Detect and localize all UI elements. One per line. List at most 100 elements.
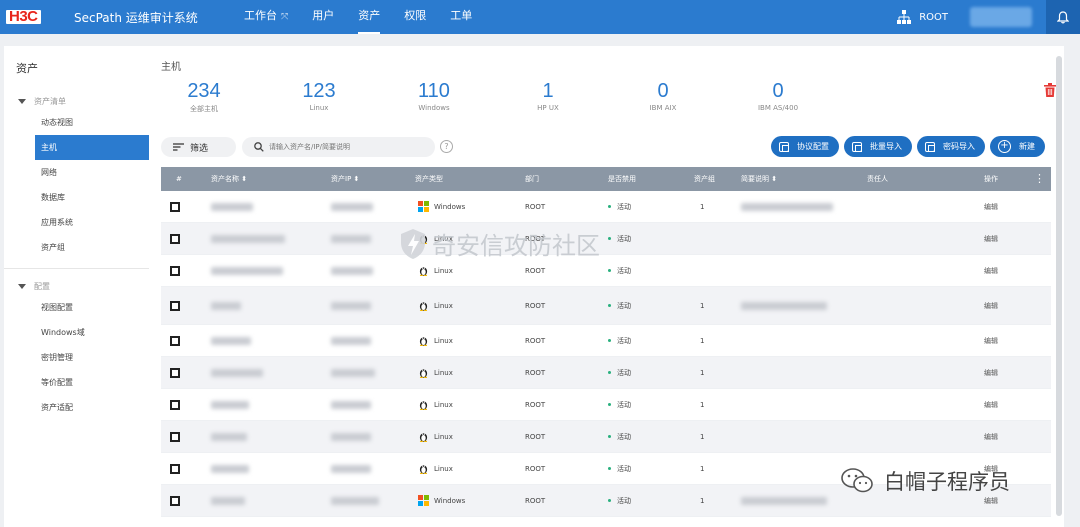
table-row[interactable]: Linux ROOT 活动 编辑 [161, 255, 1051, 287]
nav-tickets[interactable]: 工单 [450, 0, 472, 34]
nav-users[interactable]: 用户 [312, 0, 334, 34]
sidebar-item-network[interactable]: 网络 [4, 160, 149, 185]
status-dot-icon [608, 339, 611, 342]
sidebar-item-view-config[interactable]: 视图配置 [4, 295, 149, 320]
asset-group: 1 [700, 496, 705, 505]
status-badge: 活动 [608, 421, 631, 452]
row-checkbox[interactable] [170, 495, 180, 506]
asset-name-blurred[interactable] [211, 496, 245, 505]
stat-ibm-aix[interactable]: 0 IBM AIX [608, 79, 718, 112]
row-checkbox[interactable] [170, 233, 180, 244]
stat-ibm-as400[interactable]: 0 IBM AS/400 [723, 79, 833, 112]
row-checkbox[interactable] [170, 201, 180, 212]
col-asset-group: 资产组 [694, 175, 715, 183]
sidebar-item-key-management[interactable]: 密钥管理 [4, 345, 149, 370]
sidebar-item-asset-group[interactable]: 资产组 [4, 235, 149, 260]
table-row[interactable]: Linux ROOT 活动 1 编辑 [161, 357, 1051, 389]
nav-workbench[interactable]: 工作台 ⤧ [244, 0, 288, 34]
edit-link[interactable]: 编辑 [984, 287, 998, 324]
sidebar-item-database[interactable]: 数据库 [4, 185, 149, 210]
sidebar-item-asset-adapter[interactable]: 资产适配 [4, 395, 149, 420]
sidebar-item-host[interactable]: 主机 [35, 135, 149, 160]
edit-link[interactable]: 编辑 [984, 357, 998, 388]
sidebar-item-equivalent-config[interactable]: 等价配置 [4, 370, 149, 395]
help-icon[interactable]: ? [440, 140, 453, 153]
asset-type: Windows [418, 485, 465, 516]
brand-logo: H3C [6, 9, 64, 25]
asset-name-blurred[interactable] [211, 400, 249, 409]
table-row[interactable]: Windows ROOT 活动 1 编辑 [161, 191, 1051, 223]
row-checkbox[interactable] [170, 367, 180, 378]
asset-name-blurred[interactable] [211, 432, 247, 441]
user-info-blurred[interactable] [970, 7, 1032, 27]
stat-hpux[interactable]: 1 HP UX [493, 79, 603, 112]
asset-name-blurred[interactable] [211, 301, 241, 310]
asset-name-blurred[interactable] [211, 202, 253, 211]
status-dot-icon [608, 205, 611, 208]
asset-type: Linux [418, 325, 453, 356]
trash-icon[interactable] [1044, 83, 1056, 97]
stat-windows[interactable]: 110 Windows [379, 79, 489, 112]
asset-table: # 资产名称 ⬍ 资产IP ⬍ 资产类型 部门 是否禁用 资产组 简要说明 ⬍ … [161, 167, 1051, 517]
search-box[interactable] [242, 137, 435, 157]
linux-icon [419, 267, 428, 276]
edit-link[interactable]: 编辑 [984, 421, 998, 452]
sidebar-item-windows-domain[interactable]: Windows域 [4, 320, 149, 345]
description-blurred [741, 202, 833, 211]
asset-ip-blurred [331, 368, 375, 377]
table-row[interactable]: Linux ROOT 活动 1 编辑 [161, 421, 1051, 453]
table-row[interactable]: Linux ROOT 活动 1 编辑 [161, 287, 1051, 325]
row-checkbox[interactable] [170, 431, 180, 442]
sidebar-group-config[interactable]: 配置 [4, 277, 149, 295]
asset-name-blurred[interactable] [211, 336, 251, 345]
new-asset-button[interactable]: + 新建 [990, 136, 1045, 157]
stat-all-hosts[interactable]: 234 全部主机 [149, 79, 259, 114]
asset-ip-blurred [331, 301, 371, 310]
col-asset-name[interactable]: 资产名称 ⬍ [211, 167, 247, 191]
asset-name-blurred[interactable] [211, 266, 283, 275]
edit-link[interactable]: 编辑 [984, 255, 998, 286]
password-import-button[interactable]: 密码导入 [917, 136, 985, 157]
col-asset-ip[interactable]: 资产IP ⬍ [331, 167, 359, 191]
linux-icon [419, 369, 428, 378]
edit-link[interactable]: 编辑 [984, 389, 998, 420]
notification-button[interactable] [1046, 0, 1080, 34]
row-checkbox[interactable] [170, 265, 180, 276]
protocol-config-button[interactable]: 协议配置 [771, 136, 839, 157]
table-row[interactable]: Linux ROOT 活动 1 编辑 [161, 325, 1051, 357]
edit-link[interactable]: 编辑 [984, 223, 998, 254]
table-row[interactable]: Linux ROOT 活动 编辑 [161, 223, 1051, 255]
table-header: # 资产名称 ⬍ 资产IP ⬍ 资产类型 部门 是否禁用 资产组 简要说明 ⬍ … [161, 167, 1051, 191]
asset-name-blurred[interactable] [211, 368, 263, 377]
column-menu-icon[interactable]: ⋮ [1034, 167, 1045, 191]
filter-icon [173, 143, 184, 151]
stat-linux[interactable]: 123 Linux [264, 79, 374, 112]
nav-assets[interactable]: 资产 [358, 0, 381, 34]
linux-icon [419, 465, 428, 474]
row-checkbox[interactable] [170, 399, 180, 410]
scrollbar[interactable] [1056, 56, 1062, 516]
sidebar-item-app-system[interactable]: 应用系统 [4, 210, 149, 235]
row-checkbox[interactable] [170, 335, 180, 346]
status-badge: 活动 [608, 389, 631, 420]
asset-group: 1 [700, 202, 705, 211]
org-structure-icon[interactable] [897, 10, 912, 24]
filter-button[interactable]: 筛选 [161, 137, 236, 157]
edit-link[interactable]: 编辑 [984, 191, 998, 222]
sidebar-item-dynamic-view[interactable]: 动态视图 [4, 110, 149, 135]
linux-icon [419, 401, 428, 410]
col-description[interactable]: 简要说明 ⬍ [741, 167, 777, 191]
current-user[interactable]: ROOT [919, 12, 948, 23]
search-input[interactable] [269, 143, 429, 151]
batch-import-button[interactable]: 批量导入 [844, 136, 912, 157]
asset-name-blurred[interactable] [211, 234, 285, 243]
table-row[interactable]: Linux ROOT 活动 1 编辑 [161, 389, 1051, 421]
nav-permissions[interactable]: 权限 [404, 0, 426, 34]
copy-icon [925, 141, 935, 152]
row-checkbox[interactable] [170, 300, 180, 311]
sidebar-group-asset-list[interactable]: 资产清单 [4, 92, 149, 110]
asset-ip-blurred [331, 400, 371, 409]
edit-link[interactable]: 编辑 [984, 325, 998, 356]
asset-name-blurred[interactable] [211, 464, 249, 473]
row-checkbox[interactable] [170, 463, 180, 474]
